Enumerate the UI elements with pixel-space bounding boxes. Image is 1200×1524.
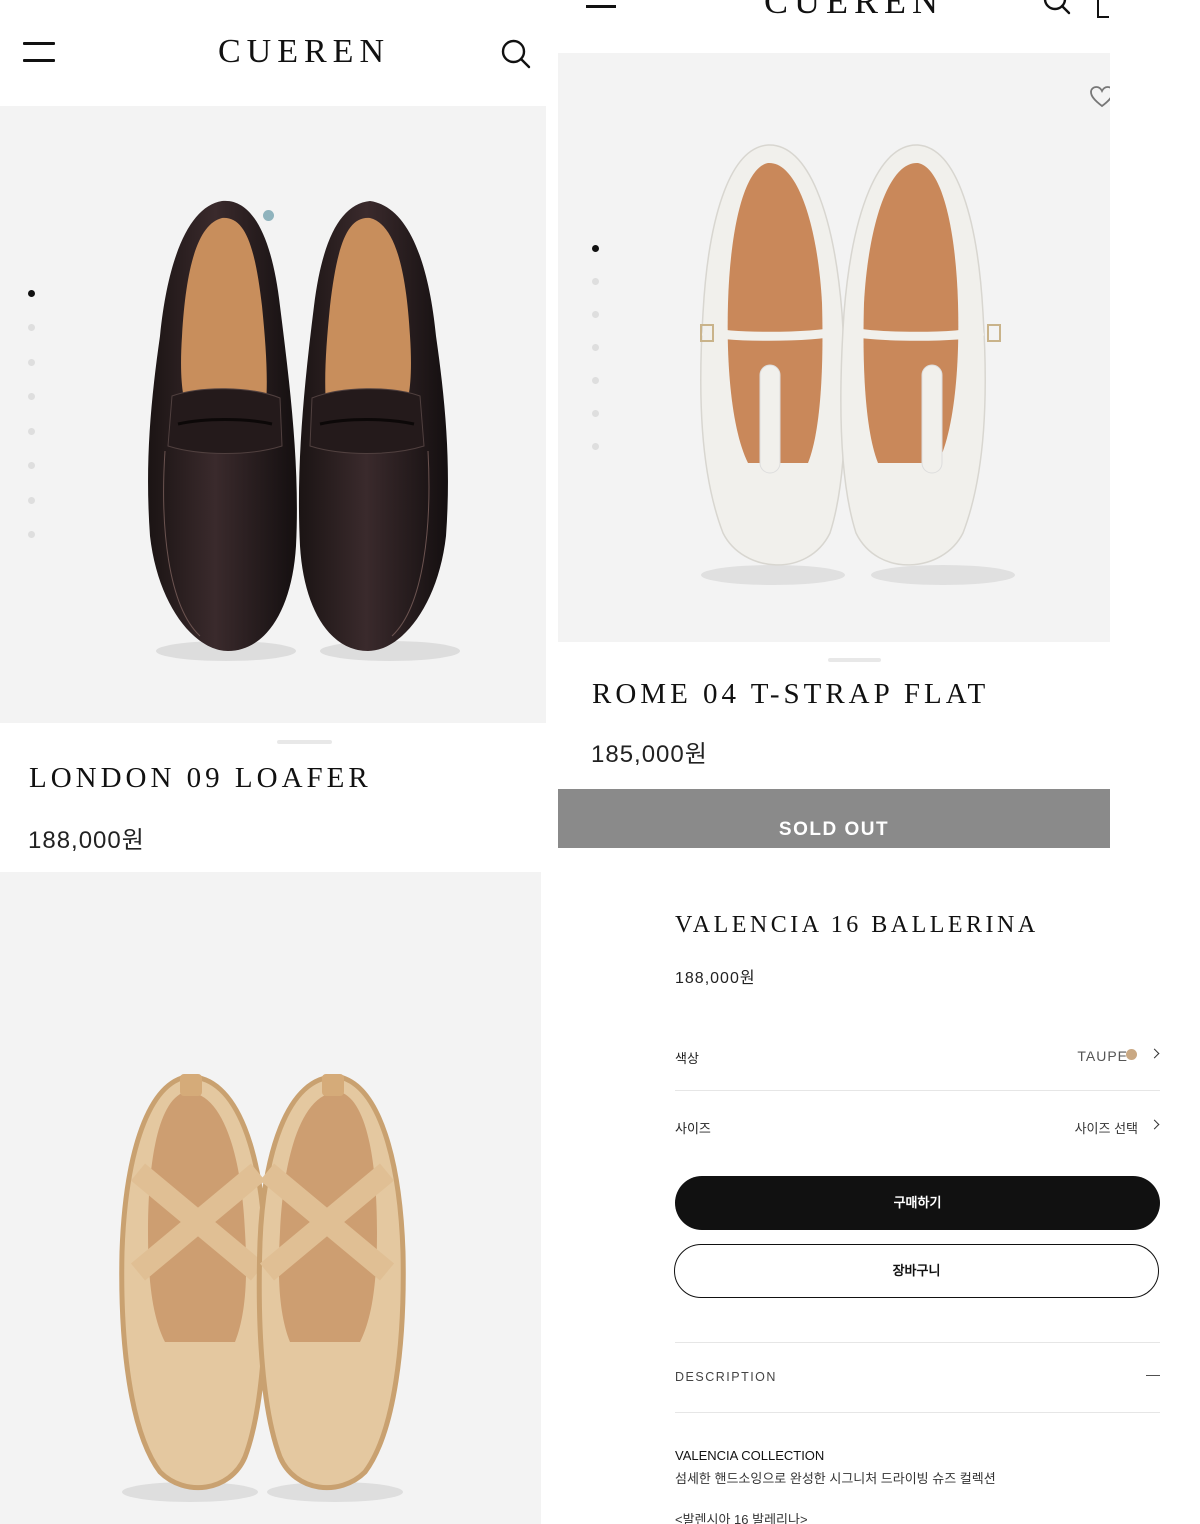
search-icon[interactable] bbox=[1042, 0, 1072, 16]
search-icon[interactable] bbox=[500, 38, 532, 70]
product-name: LONDON 09 LOAFER bbox=[29, 762, 372, 794]
gallery-dot[interactable] bbox=[592, 245, 599, 252]
site-logo[interactable]: CUEREN bbox=[558, 0, 1110, 22]
gallery-dot[interactable] bbox=[592, 410, 599, 417]
gallery-dot[interactable] bbox=[28, 462, 35, 469]
size-label: 사이즈 bbox=[675, 1121, 711, 1136]
product-name: ROME 04 T-STRAP FLAT bbox=[592, 678, 990, 710]
sold-out-label: SOLD OUT bbox=[778, 819, 890, 840]
description-accordion[interactable]: DESCRIPTION — bbox=[675, 1362, 1160, 1392]
gallery-dot[interactable] bbox=[592, 311, 599, 318]
valencia-detail-panel: VALENCIA 16 BALLERINA 188,000원 색상 TAUPE … bbox=[558, 872, 1200, 1524]
collection-description: 섬세한 핸드소잉으로 완성한 시그니처 드라이빙 슈즈 컬렉션 bbox=[675, 1471, 996, 1486]
product-price: 185,000원 bbox=[591, 741, 708, 768]
gallery-dot[interactable] bbox=[592, 344, 599, 351]
ballerina-image-panel[interactable] bbox=[0, 872, 541, 1524]
product-subtitle: <발렌시아 16 발레리나> bbox=[675, 1512, 808, 1524]
gallery-dot[interactable] bbox=[592, 278, 599, 285]
gallery-dot[interactable] bbox=[592, 443, 599, 450]
cart-icon[interactable] bbox=[1097, 0, 1109, 18]
divider bbox=[675, 1342, 1160, 1343]
london-loafer-panel: CUEREN LONDON 09 LOAFER 188,000원 bbox=[0, 0, 546, 872]
gallery-indicator[interactable] bbox=[28, 290, 36, 540]
product-price: 188,000원 bbox=[28, 827, 145, 854]
gallery-dot[interactable] bbox=[28, 497, 35, 504]
collection-title: VALENCIA COLLECTION bbox=[675, 1448, 825, 1463]
sheet-handle[interactable] bbox=[277, 740, 332, 744]
image-cursor-dot bbox=[263, 210, 274, 221]
size-option-row[interactable]: 사이즈 사이즈 선택 bbox=[675, 1112, 1160, 1142]
gallery-indicator[interactable] bbox=[592, 245, 600, 455]
gallery-dot[interactable] bbox=[28, 290, 35, 297]
gallery-dot[interactable] bbox=[592, 377, 599, 384]
sheet-handle[interactable] bbox=[828, 658, 881, 662]
color-swatch bbox=[1126, 1049, 1137, 1060]
divider bbox=[675, 1412, 1160, 1413]
chevron-right-icon bbox=[1149, 1048, 1160, 1059]
product-image[interactable] bbox=[0, 872, 541, 1524]
sold-out-button[interactable]: SOLD OUT bbox=[558, 789, 1110, 848]
product-image[interactable] bbox=[0, 106, 546, 723]
product-image[interactable] bbox=[558, 53, 1110, 642]
color-option-row[interactable]: 색상 TAUPE bbox=[675, 1040, 1160, 1070]
collapse-icon[interactable]: — bbox=[1146, 1366, 1160, 1382]
description-label: DESCRIPTION bbox=[675, 1370, 777, 1384]
product-price: 188,000원 bbox=[675, 970, 756, 987]
divider bbox=[675, 1090, 1160, 1091]
size-value: 사이즈 선택 bbox=[1074, 1121, 1138, 1136]
add-to-cart-button[interactable]: 장바구니 bbox=[674, 1244, 1159, 1298]
product-name: VALENCIA 16 BALLERINA bbox=[675, 912, 1039, 938]
buy-button[interactable]: 구매하기 bbox=[675, 1176, 1160, 1230]
gallery-dot[interactable] bbox=[28, 359, 35, 366]
gallery-dot[interactable] bbox=[28, 324, 35, 331]
rome-tstrap-panel: CUEREN ROME 04 T-STRAP FLAT 185,000원 SOL… bbox=[558, 0, 1110, 848]
gallery-dot[interactable] bbox=[28, 531, 35, 538]
gallery-dot[interactable] bbox=[28, 428, 35, 435]
color-label: 색상 bbox=[675, 1051, 699, 1066]
chevron-right-icon bbox=[1149, 1119, 1160, 1130]
color-value: TAUPE bbox=[1077, 1048, 1128, 1064]
heart-icon[interactable] bbox=[1090, 86, 1110, 108]
gallery-dot[interactable] bbox=[28, 393, 35, 400]
